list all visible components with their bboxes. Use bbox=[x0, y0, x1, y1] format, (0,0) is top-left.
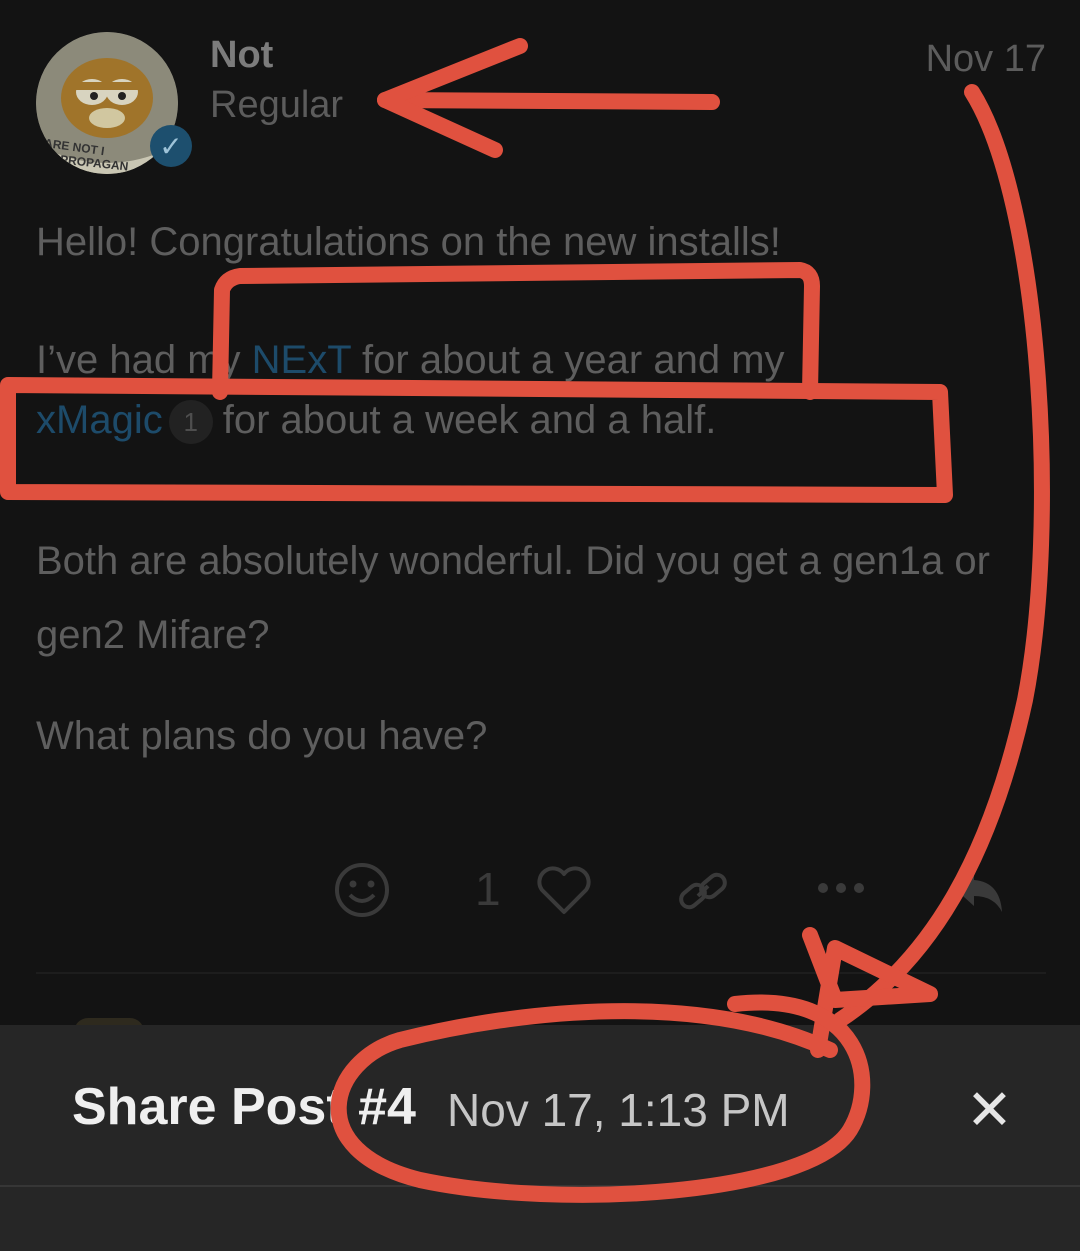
emoji-icon[interactable] bbox=[334, 862, 390, 918]
link-click-count: 1 bbox=[168, 400, 213, 445]
share-sheet-title: Share Post #4 bbox=[72, 1078, 416, 1136]
post-date[interactable]: Nov 17 bbox=[926, 38, 1046, 81]
post-divider bbox=[36, 972, 1046, 974]
share-sheet-timestamp: Nov 17, 1:13 PM bbox=[447, 1084, 790, 1136]
annotation-arrow-to-user bbox=[377, 92, 720, 110]
annotation-arrowhead-user bbox=[377, 38, 528, 158]
link-icon[interactable] bbox=[676, 866, 730, 916]
share-sheet: Share Post #4 Nov 17, 1:13 PM ✕ bbox=[0, 1025, 1080, 1251]
paragraph-2-text-a: I’ve had my bbox=[36, 338, 252, 382]
paragraph-4: What plans do you have? bbox=[36, 714, 488, 758]
next-link[interactable]: NExT bbox=[252, 338, 351, 382]
heart-icon[interactable] bbox=[536, 866, 592, 916]
reply-icon[interactable] bbox=[950, 866, 1008, 916]
more-icon[interactable] bbox=[816, 878, 866, 898]
paragraph-1: Hello! Congratulations on the new instal… bbox=[36, 220, 781, 264]
post-actions: 1 bbox=[0, 860, 1080, 920]
paragraph-2: I’ve had my NExT for about a year and my… bbox=[36, 330, 785, 450]
user-title: Regular bbox=[210, 84, 344, 126]
username[interactable]: Not bbox=[210, 34, 273, 77]
check-icon: ✓ bbox=[159, 130, 183, 162]
sheet-divider bbox=[0, 1185, 1080, 1187]
xmagic-link[interactable]: xMagic bbox=[36, 398, 163, 442]
paragraph-2-text-c: for about a week and a half. bbox=[222, 398, 717, 442]
like-count: 1 bbox=[475, 863, 501, 915]
paragraph-3: Both are absolutely wonderful. Did you g… bbox=[36, 539, 990, 657]
paragraph-2-text-b: for about a year and my bbox=[350, 338, 785, 382]
verified-badge-icon: ✓ bbox=[150, 125, 192, 167]
close-icon[interactable]: ✕ bbox=[966, 1077, 1013, 1143]
